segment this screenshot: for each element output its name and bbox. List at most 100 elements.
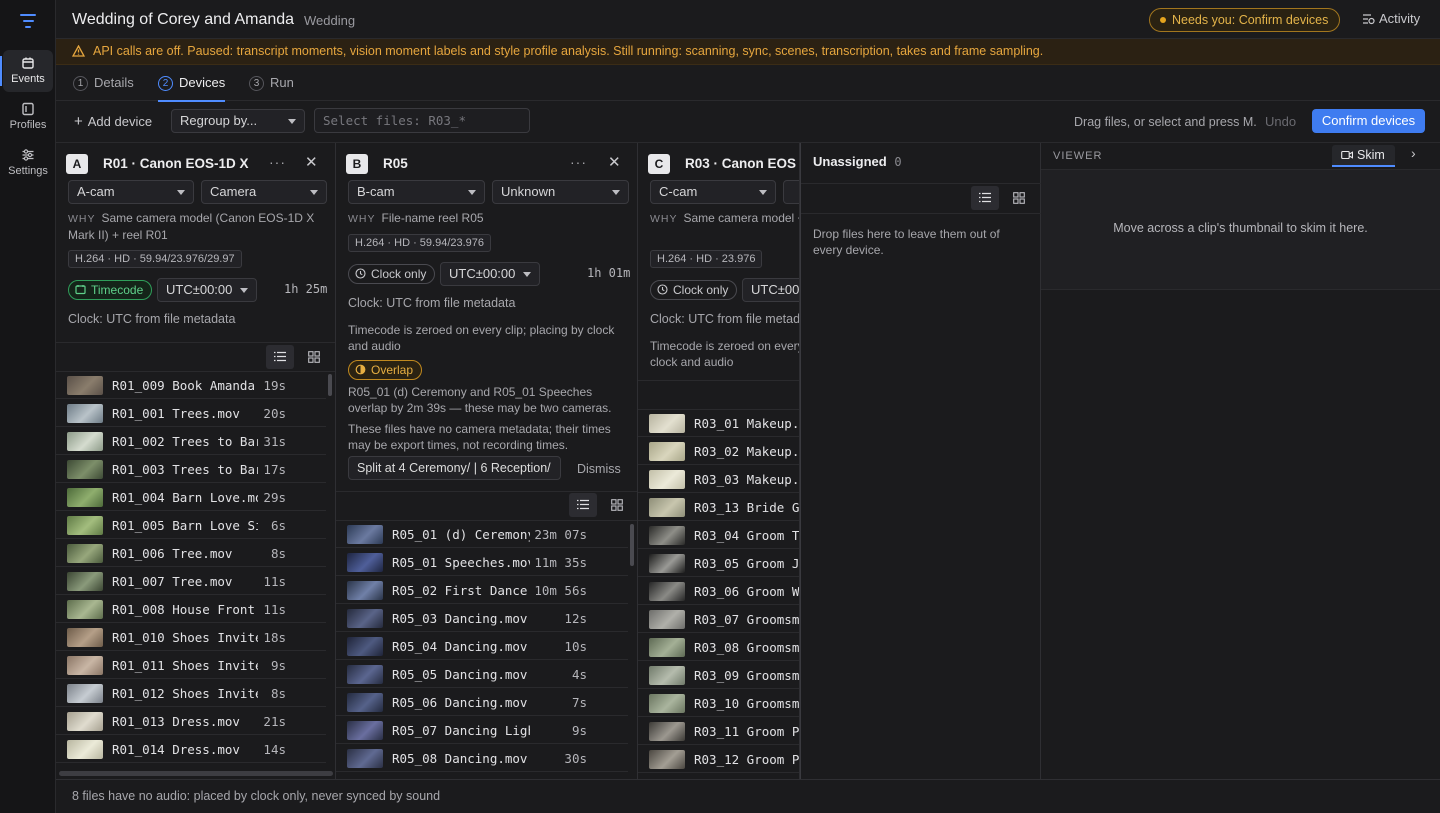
type-select[interactable]: Camera: [201, 180, 327, 204]
device-name[interactable]: R05: [383, 156, 408, 171]
overlap-chip[interactable]: Overlap: [348, 360, 423, 380]
file-row[interactable]: R03_11 Groom Portrait.mov: [638, 717, 799, 745]
role-select[interactable]: A-cam: [68, 180, 194, 204]
clip-thumbnail[interactable]: [649, 526, 685, 545]
clip-thumbnail[interactable]: [347, 721, 383, 740]
clip-thumbnail[interactable]: [347, 609, 383, 628]
dismiss-button[interactable]: Dismiss: [577, 461, 621, 477]
list-view-icon[interactable]: [971, 186, 999, 210]
clock-only-chip[interactable]: Clock only: [348, 264, 436, 284]
file-row[interactable]: R01_002 Trees to Barn.mov31s: [56, 427, 326, 455]
file-row[interactable]: R01_009 Book Amanda.mov19s: [56, 371, 326, 399]
file-row[interactable]: R01_001 Trees.mov 20s: [56, 399, 326, 427]
file-row[interactable]: R01_005 Barn Love Sign.mov6s: [56, 511, 326, 539]
list-view-icon[interactable]: [569, 493, 597, 517]
device-name[interactable]: R01 · Canon EOS-1D X Mark II: [103, 156, 253, 171]
file-row[interactable]: R03_06 Groom Watch.mov: [638, 577, 799, 605]
file-row[interactable]: R05_07 Dancing Lights.mov 9s: [336, 716, 628, 744]
file-row[interactable]: R03_01 Makeup.mov: [638, 409, 799, 437]
more-icon[interactable]: ···: [269, 154, 286, 170]
file-row[interactable]: R01_006 Tree.mov 8s: [56, 539, 326, 567]
confirm-devices-button[interactable]: Confirm devices: [1312, 109, 1425, 133]
split-button[interactable]: Split at 4 Ceremony/ | 6 Reception/: [348, 456, 561, 480]
file-row[interactable]: R03_07 Groomsmen.mov: [638, 605, 799, 633]
device-column-b[interactable]: B R05 ··· ✕ B-cam Unknown WHY File-name r…: [336, 143, 638, 779]
close-icon[interactable]: ✕: [608, 153, 621, 171]
skim-tab[interactable]: Skim: [1332, 145, 1395, 167]
clip-thumbnail[interactable]: [649, 610, 685, 629]
timezone-select[interactable]: UTC±00:00: [157, 278, 257, 302]
nav-settings[interactable]: Settings: [3, 142, 53, 184]
clip-thumbnail[interactable]: [649, 638, 685, 657]
clip-thumbnail[interactable]: [67, 712, 103, 731]
chevron-right-icon[interactable]: ›: [1411, 145, 1416, 161]
file-row[interactable]: R03_12 Groom Portrait.mov: [638, 745, 799, 773]
file-row[interactable]: R05_04 Dancing.mov 10s: [336, 632, 628, 660]
file-row[interactable]: R05_02 First Dance.mov 10m 56s: [336, 576, 628, 604]
needs-you-badge[interactable]: Needs you: Confirm devices: [1149, 8, 1341, 32]
close-icon[interactable]: ✕: [305, 153, 318, 171]
file-row[interactable]: R03_05 Groom Jacket.mov: [638, 549, 799, 577]
file-row[interactable]: R01_004 Barn Love.mov 29s: [56, 483, 326, 511]
undo-button[interactable]: Undo: [1265, 114, 1296, 129]
file-row[interactable]: R01_003 Trees to Barn.mov17s: [56, 455, 326, 483]
clip-thumbnail[interactable]: [67, 684, 103, 703]
file-row[interactable]: R03_02 Makeup.mov: [638, 437, 799, 465]
type-select[interactable]: [783, 180, 799, 204]
clip-thumbnail[interactable]: [347, 693, 383, 712]
vertical-scrollbar[interactable]: [630, 524, 634, 566]
file-row[interactable]: R05_08 Dancing.mov 30s: [336, 744, 628, 772]
list-view-icon[interactable]: [266, 345, 294, 369]
clip-thumbnail[interactable]: [347, 581, 383, 600]
grid-view-icon[interactable]: [1005, 186, 1033, 210]
clip-thumbnail[interactable]: [67, 488, 103, 507]
file-row[interactable]: R03_08 Groomsmen.mov: [638, 633, 799, 661]
file-row[interactable]: R01_007 Tree.mov 11s: [56, 567, 326, 595]
clip-thumbnail[interactable]: [347, 665, 383, 684]
role-select[interactable]: B-cam: [348, 180, 485, 204]
file-row[interactable]: R01_014 Dress.mov 14s: [56, 735, 326, 763]
file-row[interactable]: R01_010 Shoes Invite.mov18s: [56, 623, 326, 651]
role-select[interactable]: C-cam: [650, 180, 776, 204]
clip-thumbnail[interactable]: [649, 750, 685, 769]
clip-thumbnail[interactable]: [67, 460, 103, 479]
clip-thumbnail[interactable]: [649, 498, 685, 517]
clip-thumbnail[interactable]: [67, 656, 103, 675]
file-row[interactable]: R05_05 Dancing.mov 4s: [336, 660, 628, 688]
clip-thumbnail[interactable]: [649, 582, 685, 601]
clip-thumbnail[interactable]: [67, 544, 103, 563]
device-name[interactable]: R03 · Canon EOS: [685, 156, 796, 171]
add-device-button[interactable]: + Add device: [74, 113, 152, 130]
vertical-scrollbar[interactable]: [328, 374, 332, 396]
file-row[interactable]: R03_03 Makeup.mov: [638, 465, 799, 493]
clip-thumbnail[interactable]: [67, 404, 103, 423]
grid-view-icon[interactable]: [300, 345, 328, 369]
regroup-select[interactable]: Regroup by...: [171, 109, 305, 133]
clip-thumbnail[interactable]: [67, 376, 103, 395]
clip-thumbnail[interactable]: [67, 628, 103, 647]
file-row[interactable]: R05_01 Speeches.mov 11m 35s: [336, 548, 628, 576]
file-row[interactable]: R05_01 (d) Ceremony.mov 23m 07s: [336, 520, 628, 548]
clip-thumbnail[interactable]: [67, 516, 103, 535]
clip-thumbnail[interactable]: [649, 666, 685, 685]
clip-thumbnail[interactable]: [347, 749, 383, 768]
file-row[interactable]: R01_011 Shoes Invite.mov9s: [56, 651, 326, 679]
device-column-a[interactable]: A R01 · Canon EOS-1D X Mark II ··· ✕ A-c…: [56, 143, 336, 779]
file-row[interactable]: R01_012 Shoes Invite.mov8s: [56, 679, 326, 707]
clip-thumbnail[interactable]: [67, 600, 103, 619]
type-select[interactable]: Unknown: [492, 180, 629, 204]
horizontal-scrollbar[interactable]: [59, 771, 333, 776]
tab-devices[interactable]: 2 Devices: [158, 75, 226, 102]
file-row[interactable]: R03_13 Bride Getting Ready.mov: [638, 493, 799, 521]
file-row[interactable]: R05_06 Dancing.mov 7s: [336, 688, 628, 716]
clip-thumbnail[interactable]: [649, 694, 685, 713]
activity-button[interactable]: Activity: [1362, 11, 1420, 26]
drop-zone-text[interactable]: Drop files here to leave them out of eve…: [813, 226, 1028, 258]
clip-thumbnail[interactable]: [67, 572, 103, 591]
clip-thumbnail[interactable]: [649, 554, 685, 573]
tab-run[interactable]: 3 Run: [249, 75, 294, 91]
filter-logo-icon[interactable]: [18, 14, 38, 32]
clock-only-chip[interactable]: Clock only: [650, 280, 738, 300]
file-row[interactable]: R03_10 Groomsmen.mov: [638, 689, 799, 717]
file-row[interactable]: R05_03 Dancing.mov 12s: [336, 604, 628, 632]
